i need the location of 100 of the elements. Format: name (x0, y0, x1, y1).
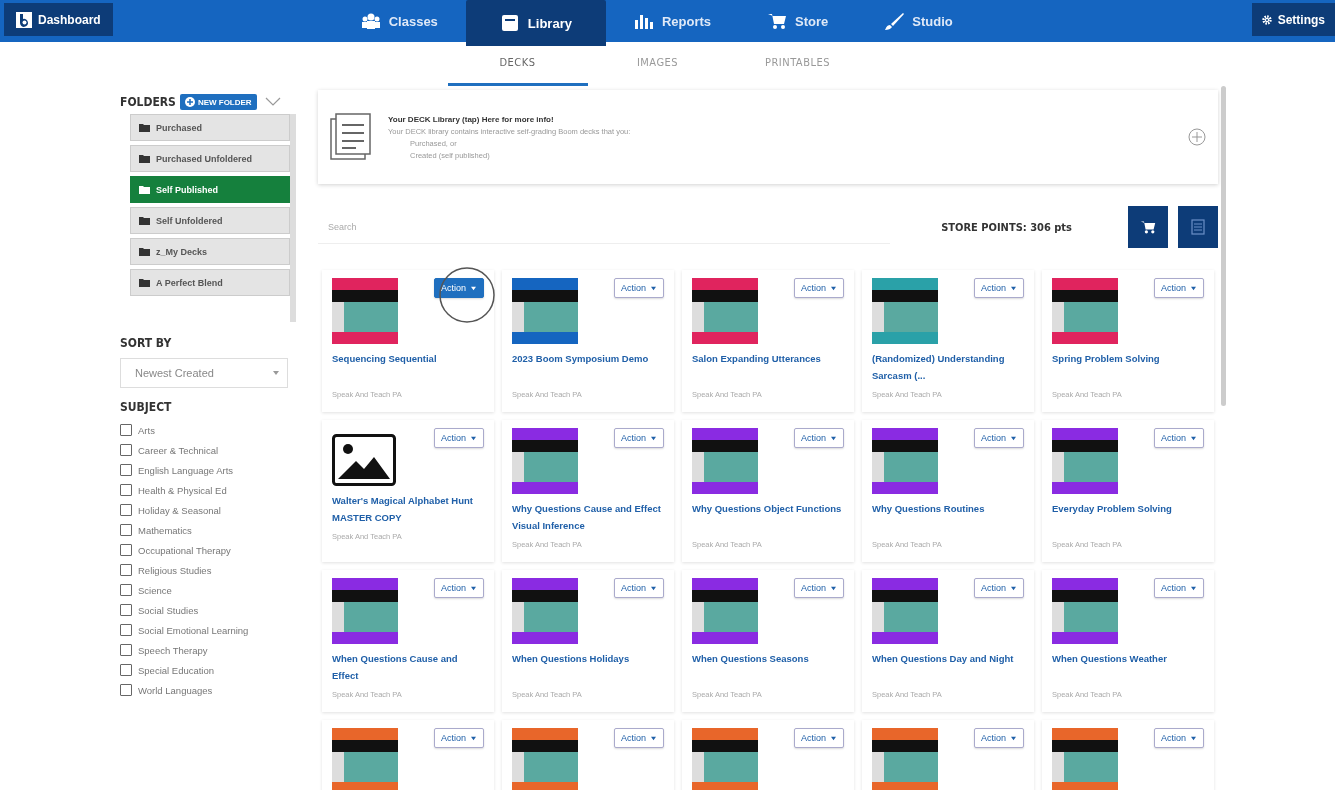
deck-cover-image[interactable] (332, 728, 398, 790)
deck-cover-image[interactable] (872, 578, 938, 644)
deck-title[interactable]: Spring Problem Solving (1052, 350, 1204, 384)
deck-cover-image[interactable] (1052, 428, 1118, 494)
deck-title[interactable]: When Questions Cause and Effect (332, 650, 484, 684)
folder-item[interactable]: A Perfect Blend (130, 269, 290, 296)
action-dropdown-button[interactable]: Action (794, 278, 844, 298)
sort-dropdown[interactable]: Newest Created (120, 358, 288, 388)
action-dropdown-button[interactable]: Action (434, 428, 484, 448)
deck-title[interactable]: Sequencing Sequential (332, 350, 484, 384)
deck-title[interactable]: Everyday Problem Solving (1052, 500, 1204, 534)
checkbox[interactable] (120, 544, 132, 556)
caret-icon (830, 586, 837, 592)
image-placeholder-icon (332, 434, 396, 486)
chevron-down-icon[interactable] (264, 97, 281, 107)
action-dropdown-button[interactable]: Action (794, 578, 844, 598)
deck-title[interactable]: Walter's Magical Alphabet Hunt MASTER COPY (332, 492, 484, 526)
action-dropdown-button[interactable]: Action (434, 728, 484, 748)
deck-title[interactable]: When Questions Day and Night (872, 650, 1024, 684)
settings-button[interactable]: Settings (1251, 3, 1335, 36)
checkbox[interactable] (120, 604, 132, 616)
deck-title[interactable]: Why Questions Cause and Effect Visual Inference (512, 500, 664, 534)
deck-cover-image[interactable] (1052, 278, 1118, 344)
deck-title[interactable]: Why Questions Object Functions (692, 500, 844, 534)
deck-title[interactable]: When Questions Holidays (512, 650, 664, 684)
nav-tab[interactable]: Library (465, 0, 606, 46)
deck-cover-image[interactable] (872, 728, 938, 790)
checkbox[interactable] (120, 684, 132, 696)
folder-item[interactable]: Purchased Unfoldered (130, 145, 290, 172)
deck-cover-image[interactable] (512, 578, 578, 644)
deck-cover-image[interactable] (512, 428, 578, 494)
checkbox[interactable] (120, 444, 132, 456)
deck-cover-image[interactable] (512, 278, 578, 344)
action-dropdown-button[interactable]: Action (1154, 278, 1204, 298)
cursor-highlight-ring (438, 266, 496, 324)
deck-title[interactable]: 2023 Boom Symposium Demo (512, 350, 664, 384)
subject-label: Science (138, 584, 172, 596)
deck-title[interactable]: (Randomized) Understanding Sarcasm (... (872, 350, 1024, 384)
scrollbar[interactable] (1221, 86, 1226, 406)
deck-cover-image[interactable] (1052, 728, 1118, 790)
new-folder-button[interactable]: NEW FOLDER (179, 94, 257, 110)
bar-chart-icon (633, 12, 654, 30)
deck-title[interactable]: Why Questions Routines (872, 500, 1024, 534)
nav-tab[interactable]: Studio (856, 0, 981, 42)
folders-heading: FOLDERS (120, 95, 176, 109)
deck-cover-image[interactable] (692, 728, 758, 790)
cart-button[interactable] (1128, 206, 1168, 248)
action-dropdown-button[interactable]: Action (434, 578, 484, 598)
checkbox[interactable] (120, 644, 132, 656)
action-dropdown-button[interactable]: Action (614, 428, 664, 448)
checkbox[interactable] (120, 524, 132, 536)
deck-cover-image[interactable] (512, 728, 578, 790)
deck-title[interactable]: When Questions Weather (1052, 650, 1204, 684)
subject-label: World Languages (138, 684, 213, 696)
action-dropdown-button[interactable]: Action (974, 728, 1024, 748)
checkbox[interactable] (120, 424, 132, 436)
action-dropdown-button[interactable]: Action (1154, 428, 1204, 448)
dashboard-button[interactable]: Dashboard (4, 3, 113, 36)
plus-icon (184, 97, 195, 107)
deck-cover-image[interactable] (872, 278, 938, 344)
settings-icon (1261, 14, 1272, 25)
deck-cover-image[interactable] (1052, 578, 1118, 644)
folder-item[interactable]: Purchased (130, 114, 290, 141)
action-dropdown-button[interactable]: Action (614, 278, 664, 298)
deck-cover-image[interactable] (692, 428, 758, 494)
action-dropdown-button[interactable]: Action (974, 578, 1024, 598)
deck-cover-image[interactable] (872, 428, 938, 494)
checkbox[interactable] (120, 484, 132, 496)
deck-cover-image[interactable] (332, 578, 398, 644)
action-dropdown-button[interactable]: Action (434, 278, 484, 298)
checkbox[interactable] (120, 584, 132, 596)
action-dropdown-button[interactable]: Action (974, 278, 1024, 298)
action-dropdown-button[interactable]: Action (794, 728, 844, 748)
content-type-tab[interactable]: DECKS (447, 42, 588, 86)
caret-icon (1010, 586, 1017, 592)
deck-cover-image[interactable] (692, 278, 758, 344)
action-dropdown-button[interactable]: Action (794, 428, 844, 448)
checkbox[interactable] (120, 464, 132, 476)
expand-plus-icon[interactable] (1188, 128, 1206, 146)
folder-item[interactable]: Self Unfoldered (130, 207, 290, 234)
checkbox[interactable] (120, 564, 132, 576)
checkbox[interactable] (120, 504, 132, 516)
action-dropdown-button[interactable]: Action (614, 728, 664, 748)
action-dropdown-button[interactable]: Action (614, 578, 664, 598)
action-dropdown-button[interactable]: Action (1154, 578, 1204, 598)
deck-cover-image[interactable] (692, 578, 758, 644)
folder-item[interactable]: z_My Decks (130, 238, 290, 265)
caret-icon (470, 286, 477, 292)
deck-cover-image[interactable] (332, 278, 398, 344)
action-dropdown-button[interactable]: Action (974, 428, 1024, 448)
cart-icon (767, 12, 788, 30)
nav-tab[interactable]: Store (739, 0, 857, 42)
checkbox[interactable] (120, 664, 132, 676)
folder-item[interactable]: Self Published (130, 176, 290, 203)
nav-tab[interactable]: Classes (332, 0, 466, 42)
action-dropdown-button[interactable]: Action (1154, 728, 1204, 748)
deck-title[interactable]: Salon Expanding Utterances (692, 350, 844, 384)
deck-title[interactable]: When Questions Seasons (692, 650, 844, 684)
nav-tab[interactable]: Reports (605, 0, 740, 42)
checkbox[interactable] (120, 624, 132, 636)
